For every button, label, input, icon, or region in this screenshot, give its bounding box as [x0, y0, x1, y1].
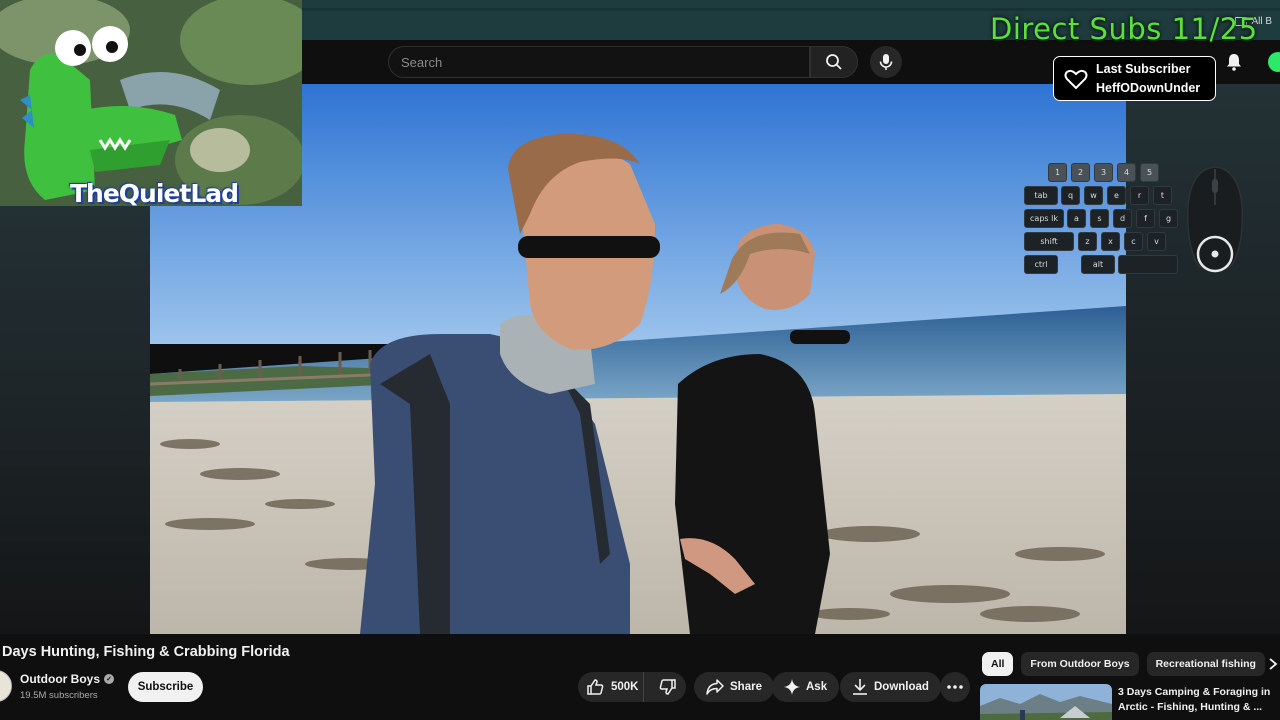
channel-name[interactable]: Outdoor Boys: [20, 672, 100, 686]
recommendation-title[interactable]: 3 Days Camping & Foraging in Arctic - Fi…: [1118, 685, 1278, 715]
sparkle-icon: [784, 679, 800, 695]
subscribe-button[interactable]: Subscribe: [128, 672, 203, 702]
share-arrow-icon: [706, 679, 724, 695]
thumbs-up-icon: [587, 679, 604, 695]
last-subscriber-text: Last Subscriber HeffODownUnder: [1096, 60, 1200, 98]
ask-label: Ask: [806, 681, 828, 693]
like-count: 500K: [611, 681, 639, 693]
key-shift: shift: [1024, 232, 1074, 251]
key-w: w: [1084, 186, 1103, 205]
recommendation-thumbnail[interactable]: [980, 684, 1112, 720]
dislike-button[interactable]: [650, 672, 686, 702]
key-f: f: [1136, 209, 1155, 228]
key-d: d: [1113, 209, 1132, 228]
key-4: 4: [1117, 163, 1136, 182]
key-v: v: [1147, 232, 1166, 251]
webcam-overlay: TheQuietLad: [0, 0, 302, 206]
microphone-icon: [879, 54, 893, 70]
download-icon: [853, 679, 867, 695]
heart-icon: [1064, 69, 1088, 89]
more-horizontal-icon: [947, 685, 963, 689]
key-tab: tab: [1024, 186, 1058, 205]
key-e: e: [1107, 186, 1126, 205]
download-button[interactable]: Download: [840, 672, 941, 702]
browser-tab-bar: [302, 8, 1280, 11]
like-dislike-group: 500K: [578, 672, 686, 702]
mouse-overlay-icon: [1186, 166, 1244, 273]
subs-counter: Direct Subs 11/25: [990, 12, 1258, 46]
related-filter-chips: All From Outdoor Boys Recreational fishi…: [982, 652, 1265, 676]
key-a: a: [1067, 209, 1086, 228]
key-s: s: [1090, 209, 1109, 228]
stream-screen: All B Search TheQuietLad Direct Subs 11/…: [0, 0, 1280, 720]
key-c: c: [1124, 232, 1143, 251]
last-subscriber-label: Last Subscriber: [1096, 61, 1191, 76]
thumbs-down-icon: [659, 679, 676, 695]
key-5: 5: [1140, 163, 1159, 182]
key-t: t: [1153, 186, 1172, 205]
search-button[interactable]: [810, 46, 858, 78]
key-ctrl: ctrl: [1024, 255, 1058, 274]
key-q: q: [1061, 186, 1080, 205]
more-actions-button[interactable]: [940, 672, 970, 702]
chip-recreational-fishing[interactable]: Recreational fishing: [1146, 652, 1265, 676]
left-backdrop: [0, 206, 150, 634]
account-avatar[interactable]: [1268, 52, 1280, 72]
chevron-right-icon[interactable]: [1266, 656, 1280, 672]
key-3: 3: [1094, 163, 1113, 182]
key-z: z: [1078, 232, 1097, 251]
video-title: Days Hunting, Fishing & Crabbing Florida: [2, 644, 290, 660]
share-label: Share: [730, 681, 762, 693]
search-icon: [826, 54, 842, 70]
key-1: 1: [1048, 163, 1067, 182]
keyboard-overlay: 1 2 3 4 5 tab q w e r t caps lk a s d f …: [1024, 163, 1184, 278]
like-button[interactable]: 500K: [578, 672, 645, 702]
channel-avatar[interactable]: [0, 670, 12, 702]
channel-info[interactable]: Outdoor Boys ✓: [20, 672, 114, 686]
ask-button[interactable]: Ask: [772, 672, 840, 702]
webcam-logo-text: TheQuietLad: [70, 179, 239, 206]
share-button[interactable]: Share: [694, 672, 774, 702]
last-subscriber-alert: Last Subscriber HeffODownUnder: [1053, 56, 1216, 101]
download-label: Download: [874, 681, 929, 693]
key-space: [1118, 255, 1178, 274]
thumbnail-image: [980, 684, 1112, 720]
last-subscriber-name: HeffODownUnder: [1096, 80, 1201, 95]
key-r: r: [1130, 186, 1149, 205]
mascot-crocodile-image: [0, 0, 302, 206]
key-x: x: [1101, 232, 1120, 251]
search-box: [388, 46, 810, 78]
subscriber-count: 19.5M subscribers: [20, 690, 98, 701]
search-input[interactable]: [401, 54, 809, 70]
chip-from-outdoor-boys[interactable]: From Outdoor Boys: [1021, 652, 1139, 676]
chip-all[interactable]: All: [982, 652, 1014, 676]
notifications-bell-icon[interactable]: [1224, 52, 1244, 72]
key-caps-lock: caps lk: [1024, 209, 1064, 228]
verified-badge-icon: ✓: [104, 674, 114, 684]
key-g: g: [1159, 209, 1178, 228]
key-alt: alt: [1081, 255, 1115, 274]
voice-search-button[interactable]: [870, 46, 902, 78]
key-2: 2: [1071, 163, 1090, 182]
